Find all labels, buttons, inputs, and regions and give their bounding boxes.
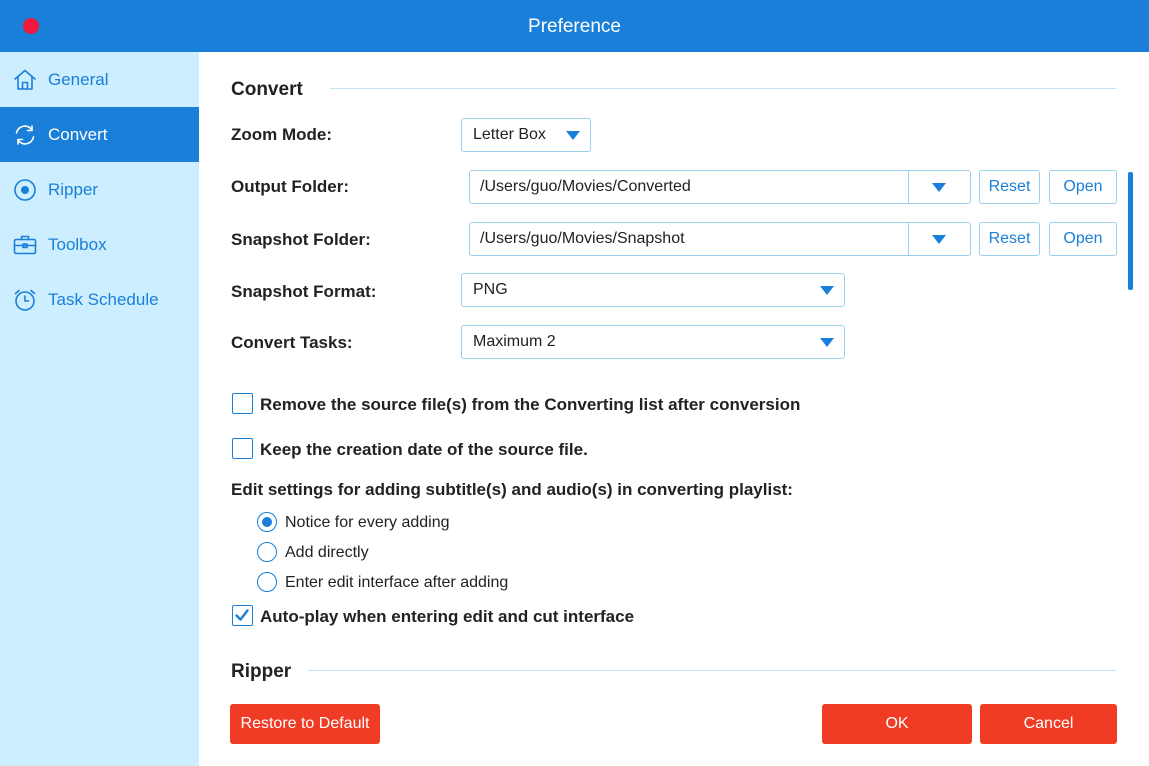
output-folder-combobox[interactable]: /Users/guo/Movies/Converted: [469, 170, 971, 204]
caret-down-icon: [566, 131, 580, 140]
autoplay-label: Auto-play when entering edit and cut int…: [260, 607, 635, 626]
radio-notice-every-adding[interactable]: [257, 512, 277, 532]
snapshot-format-value: PNG: [473, 281, 508, 298]
content-panel: Convert Zoom Mode: Letter Box Output Fol…: [199, 52, 1149, 766]
section-heading-convert: Convert: [231, 79, 303, 100]
radio-add-directly[interactable]: [257, 542, 277, 562]
keep-date-label: Keep the creation date of the source fil…: [260, 440, 588, 459]
snapshot-folder-reset-button[interactable]: Reset: [979, 222, 1040, 256]
scrollbar-thumb[interactable]: [1128, 172, 1133, 290]
sidebar-item-convert[interactable]: Convert: [0, 107, 199, 162]
sidebar-item-label: Ripper: [48, 179, 99, 199]
convert-tasks-value: Maximum 2: [473, 333, 556, 350]
sidebar-item-general[interactable]: General: [0, 52, 199, 107]
radio-selected-dot: [261, 516, 272, 527]
sidebar: General Convert Ripper Toolbox Task Sche…: [0, 52, 199, 766]
radio-label: Notice for every adding: [285, 514, 450, 531]
output-folder-label: Output Folder:: [231, 177, 350, 196]
radio-label: Add directly: [285, 544, 369, 561]
snapshot-folder-open-button[interactable]: Open: [1049, 222, 1117, 256]
combo-divider: [908, 171, 909, 203]
toolbox-icon: [12, 232, 38, 258]
snapshot-format-label: Snapshot Format:: [231, 282, 377, 301]
snapshot-folder-path: /Users/guo/Movies/Snapshot: [480, 230, 685, 247]
convert-tasks-label: Convert Tasks:: [231, 333, 353, 352]
disc-icon: [12, 177, 38, 203]
zoom-mode-select[interactable]: Letter Box: [461, 118, 591, 152]
sidebar-item-label: Task Schedule: [48, 289, 159, 309]
sidebar-item-label: General: [48, 69, 109, 89]
caret-down-icon[interactable]: [932, 235, 946, 244]
autoplay-checkbox[interactable]: [232, 605, 253, 626]
radio-enter-edit-interface[interactable]: [257, 572, 277, 592]
sidebar-item-label: Toolbox: [48, 234, 107, 254]
output-folder-path: /Users/guo/Movies/Converted: [480, 178, 691, 195]
caret-down-icon: [820, 338, 834, 347]
sidebar-item-task-schedule[interactable]: Task Schedule: [0, 272, 199, 327]
remove-source-checkbox[interactable]: [232, 393, 253, 414]
snapshot-folder-combobox[interactable]: /Users/guo/Movies/Snapshot: [469, 222, 971, 256]
alarm-clock-icon: [12, 287, 38, 313]
title-bar: Preference: [0, 0, 1149, 52]
convert-icon: [12, 122, 38, 148]
sidebar-item-toolbox[interactable]: Toolbox: [0, 217, 199, 272]
section-divider: [308, 670, 1116, 671]
snapshot-format-select[interactable]: PNG: [461, 273, 845, 307]
zoom-mode-value: Letter Box: [473, 126, 546, 143]
sidebar-item-ripper[interactable]: Ripper: [0, 162, 199, 217]
radio-label: Enter edit interface after adding: [285, 574, 509, 591]
edit-settings-label: Edit settings for adding subtitle(s) and…: [231, 480, 793, 499]
snapshot-folder-label: Snapshot Folder:: [231, 230, 371, 249]
caret-down-icon[interactable]: [932, 183, 946, 192]
combo-divider: [908, 223, 909, 255]
convert-tasks-select[interactable]: Maximum 2: [461, 325, 845, 359]
section-heading-ripper: Ripper: [231, 661, 292, 682]
keep-date-checkbox[interactable]: [232, 438, 253, 459]
zoom-mode-label: Zoom Mode:: [231, 125, 333, 144]
section-divider: [330, 88, 1116, 89]
home-icon: [12, 67, 38, 93]
ok-button[interactable]: OK: [822, 704, 972, 744]
checkmark-icon: [235, 609, 249, 621]
remove-source-label: Remove the source file(s) from the Conve…: [260, 395, 801, 414]
window-title: Preference: [528, 16, 621, 37]
output-folder-open-button[interactable]: Open: [1049, 170, 1117, 204]
caret-down-icon: [820, 286, 834, 295]
restore-default-button[interactable]: Restore to Default: [230, 704, 380, 744]
output-folder-reset-button[interactable]: Reset: [979, 170, 1040, 204]
sidebar-item-label: Convert: [48, 124, 108, 144]
cancel-button[interactable]: Cancel: [980, 704, 1117, 744]
